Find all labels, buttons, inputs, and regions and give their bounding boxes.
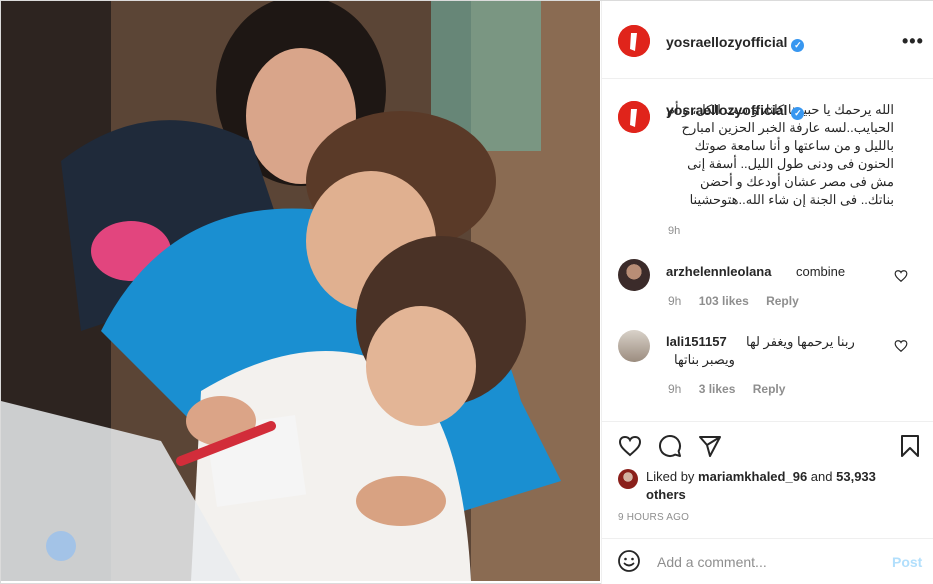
more-options-icon[interactable]: •••	[902, 31, 924, 52]
comment-like-icon[interactable]	[894, 339, 908, 353]
add-comment-bar: Add a comment... Post	[602, 538, 933, 584]
comment-text-line2: ويصبر بناتها	[674, 352, 735, 367]
liked-by-user[interactable]: mariamkhaled_96	[698, 469, 807, 484]
post-photo[interactable]	[1, 1, 600, 581]
commenter-username[interactable]: arzhelennleolana	[666, 264, 771, 279]
comment-time[interactable]: 9h	[668, 294, 681, 308]
comment-text: combine	[796, 264, 846, 279]
author-username[interactable]: yosraellozyofficial ✓	[666, 34, 805, 52]
caption-avatar-icon	[618, 101, 650, 133]
emoji-icon[interactable]	[617, 549, 641, 573]
verified-icon: ✓	[791, 107, 805, 120]
instagram-post-modal: yosraellozyofficial ✓ ••• الله يرحمك يا ح…	[0, 0, 933, 584]
commenter-avatar[interactable]	[618, 330, 650, 362]
comment-likes[interactable]: 103 likes	[699, 294, 749, 308]
liker-avatar[interactable]	[618, 469, 638, 489]
comment-likes[interactable]: 3 likes	[699, 382, 736, 396]
caption-username[interactable]: yosraellozyofficial ✓	[666, 102, 805, 120]
share-icon[interactable]	[698, 434, 722, 458]
post-timestamp[interactable]: 9 HOURS AGO	[618, 512, 689, 523]
commenter-avatar[interactable]	[618, 259, 650, 291]
verified-icon: ✓	[791, 39, 805, 52]
comment-meta: 9h 103 likes Reply	[668, 294, 799, 308]
caption-username-text[interactable]: yosraellozyofficial	[666, 102, 787, 118]
author-avatar[interactable]	[618, 25, 650, 57]
comment-text-line1: ربنا يرحمها ويغفر لها	[746, 334, 855, 349]
liked-by-text: Liked by mariamkhaled_96 and 53,933 othe…	[646, 468, 906, 504]
author-avatar-icon	[618, 25, 650, 57]
comment-time[interactable]: 9h	[668, 382, 681, 396]
post-details-panel: yosraellozyofficial ✓ ••• الله يرحمك يا ح…	[601, 1, 933, 584]
bookmark-icon[interactable]	[898, 434, 922, 458]
comment-meta: 9h 3 likes Reply	[668, 382, 785, 396]
post-comment-button[interactable]: Post	[892, 554, 922, 570]
caption-time[interactable]: 9h	[668, 225, 680, 237]
photo-illustration	[1, 1, 600, 581]
comment-reply-button[interactable]: Reply	[753, 382, 786, 396]
comment-icon[interactable]	[658, 434, 682, 458]
post-header: yosraellozyofficial ✓ •••	[602, 1, 933, 79]
action-bar	[602, 421, 933, 461]
liked-by-prefix: Liked by	[646, 469, 695, 484]
author-username-text[interactable]: yosraellozyofficial	[666, 34, 787, 50]
caption-author-avatar[interactable]	[618, 101, 650, 133]
heart-icon[interactable]	[618, 434, 642, 458]
add-comment-input[interactable]: Add a comment...	[657, 554, 767, 570]
comment-like-icon[interactable]	[894, 269, 908, 283]
comment-reply-button[interactable]: Reply	[766, 294, 799, 308]
liked-by-and: and	[810, 469, 833, 484]
commenter-username[interactable]: lali151157	[666, 334, 727, 349]
